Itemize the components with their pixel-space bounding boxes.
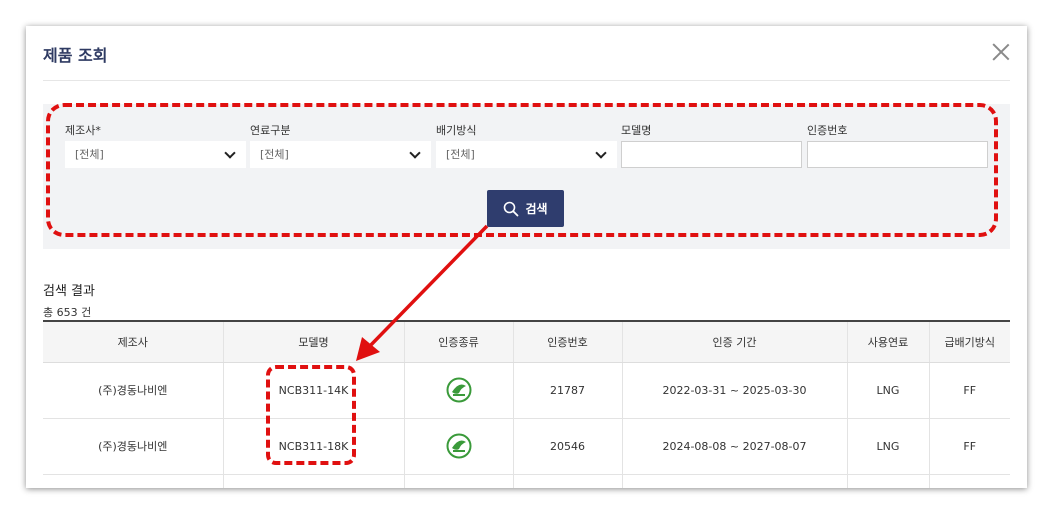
model-highlight-box [266,365,356,465]
empty-cell [512,474,622,488]
column-header: 인증 기간 [621,320,847,363]
cert-no-cell: 20546 [512,418,622,475]
product-search-dialog: 제품 조회 제조사* [전체] 연료구분 [전체] 배기방식 [전체] 모델명 … [26,26,1027,488]
fuel-cell: LNG [846,418,929,475]
exhaust-cell: FF [928,362,1010,419]
column-header: 제조사 [43,320,223,363]
cert-type-cell [403,362,513,419]
maker-cell: (주)경동나비엔 [43,418,223,475]
results-table: 제조사 모델명 인증종류 인증번호 인증 기간 사용연료 급배기방식 (주)경동… [43,320,1010,488]
period-cell: 2024-08-08 ~ 2027-08-07 [621,418,847,475]
fuel-cell: LNG [846,362,929,419]
dialog-title: 제품 조회 [43,46,108,65]
results-count: 총 653 건 [43,306,92,319]
period-cell: 2022-03-31 ~ 2025-03-30 [621,362,847,419]
table-row [43,474,1010,488]
close-icon[interactable] [992,43,1010,61]
table-header: 제조사 모델명 인증종류 인증번호 인증 기간 사용연료 급배기방식 [43,320,1010,363]
maker-cell: (주)경동나비엔 [43,362,223,419]
table-row[interactable]: (주)경동나비엔 NCB311-18K 20546 2024-08-08 ~ 2… [43,418,1010,475]
column-header: 급배기방식 [928,320,1010,363]
empty-cell [621,474,847,488]
column-header: 사용연료 [846,320,929,363]
column-header: 인증종류 [403,320,513,363]
filter-highlight-box [46,103,998,237]
empty-cell [43,474,223,488]
eco-cert-icon [446,377,471,403]
empty-cell [928,474,1010,488]
column-header: 모델명 [222,320,404,363]
cert-no-cell: 21787 [512,362,622,419]
eco-cert-icon [446,433,471,459]
results-title: 검색 결과 [43,284,95,299]
empty-cell [403,474,513,488]
divider [43,80,1010,81]
cert-type-cell [403,418,513,475]
empty-cell [222,474,404,488]
exhaust-cell: FF [928,418,1010,475]
empty-cell [846,474,929,488]
column-header: 인증번호 [512,320,622,363]
table-row[interactable]: (주)경동나비엔 NCB311-14K 21787 2022-03-31 ~ 2… [43,362,1010,419]
